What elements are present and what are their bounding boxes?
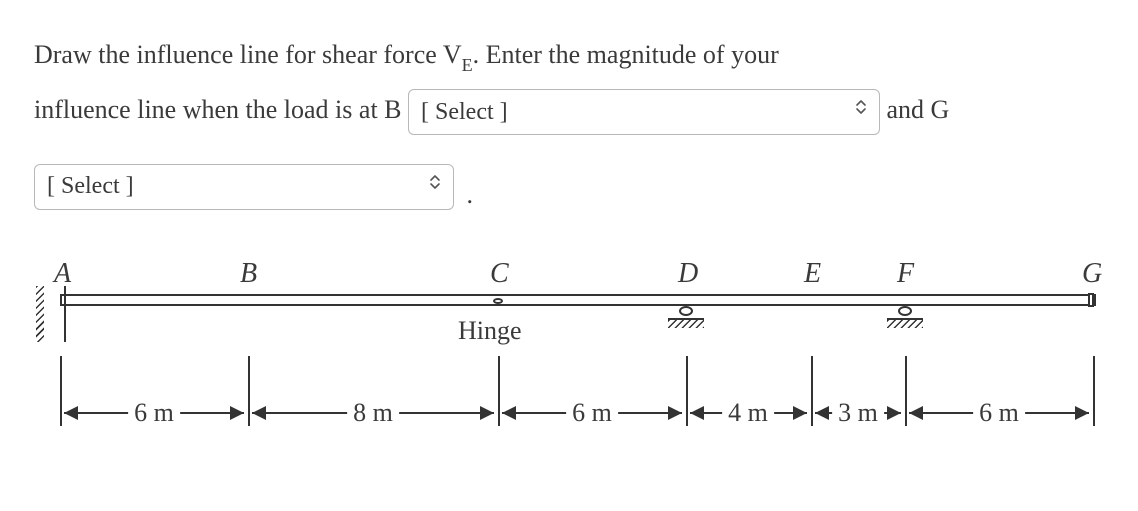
dim-bc: 8 m — [347, 398, 399, 428]
question-part1: Draw the influence line for shear force … — [34, 40, 462, 69]
dim-ab: 6 m — [128, 398, 180, 428]
question-part4: and G — [887, 95, 950, 124]
question-part3: influence line when the load is at B — [34, 95, 402, 124]
dim-cd: 6 m — [566, 398, 618, 428]
beam — [60, 294, 1096, 306]
roller-support-d — [674, 306, 698, 330]
label-c: C — [490, 258, 509, 290]
label-g: G — [1082, 258, 1102, 290]
question-text: Draw the influence line for shear force … — [34, 28, 1104, 212]
end-cap-g — [1088, 293, 1094, 307]
select-at-g[interactable]: [ Select ] — [34, 164, 454, 210]
dim-ef: 3 m — [832, 398, 884, 428]
hinge-label: Hinge — [458, 316, 522, 346]
beam-diagram: A B C D E F G Hinge 6 m 8 m — [34, 258, 1096, 458]
fixed-support-a — [38, 286, 68, 342]
chevron-up-down-icon — [429, 170, 441, 204]
select-at-g-placeholder: [ Select ] — [47, 161, 134, 211]
subscript-e: E — [462, 55, 473, 75]
select-at-b[interactable]: [ Select ] — [408, 89, 880, 135]
chevron-up-down-icon — [855, 95, 867, 129]
dim-fg: 6 m — [973, 398, 1025, 428]
period: . — [467, 180, 474, 209]
label-e: E — [804, 258, 821, 290]
label-d: D — [678, 258, 698, 290]
roller-support-f — [893, 306, 917, 330]
label-b: B — [240, 258, 257, 290]
dimension-row: 6 m 8 m 6 m 4 m 3 m 6 m — [60, 398, 1096, 440]
select-at-b-placeholder: [ Select ] — [421, 87, 508, 137]
question-part2: . Enter the magnitude of your — [473, 40, 779, 69]
label-f: F — [897, 258, 914, 290]
dim-de: 4 m — [722, 398, 774, 428]
